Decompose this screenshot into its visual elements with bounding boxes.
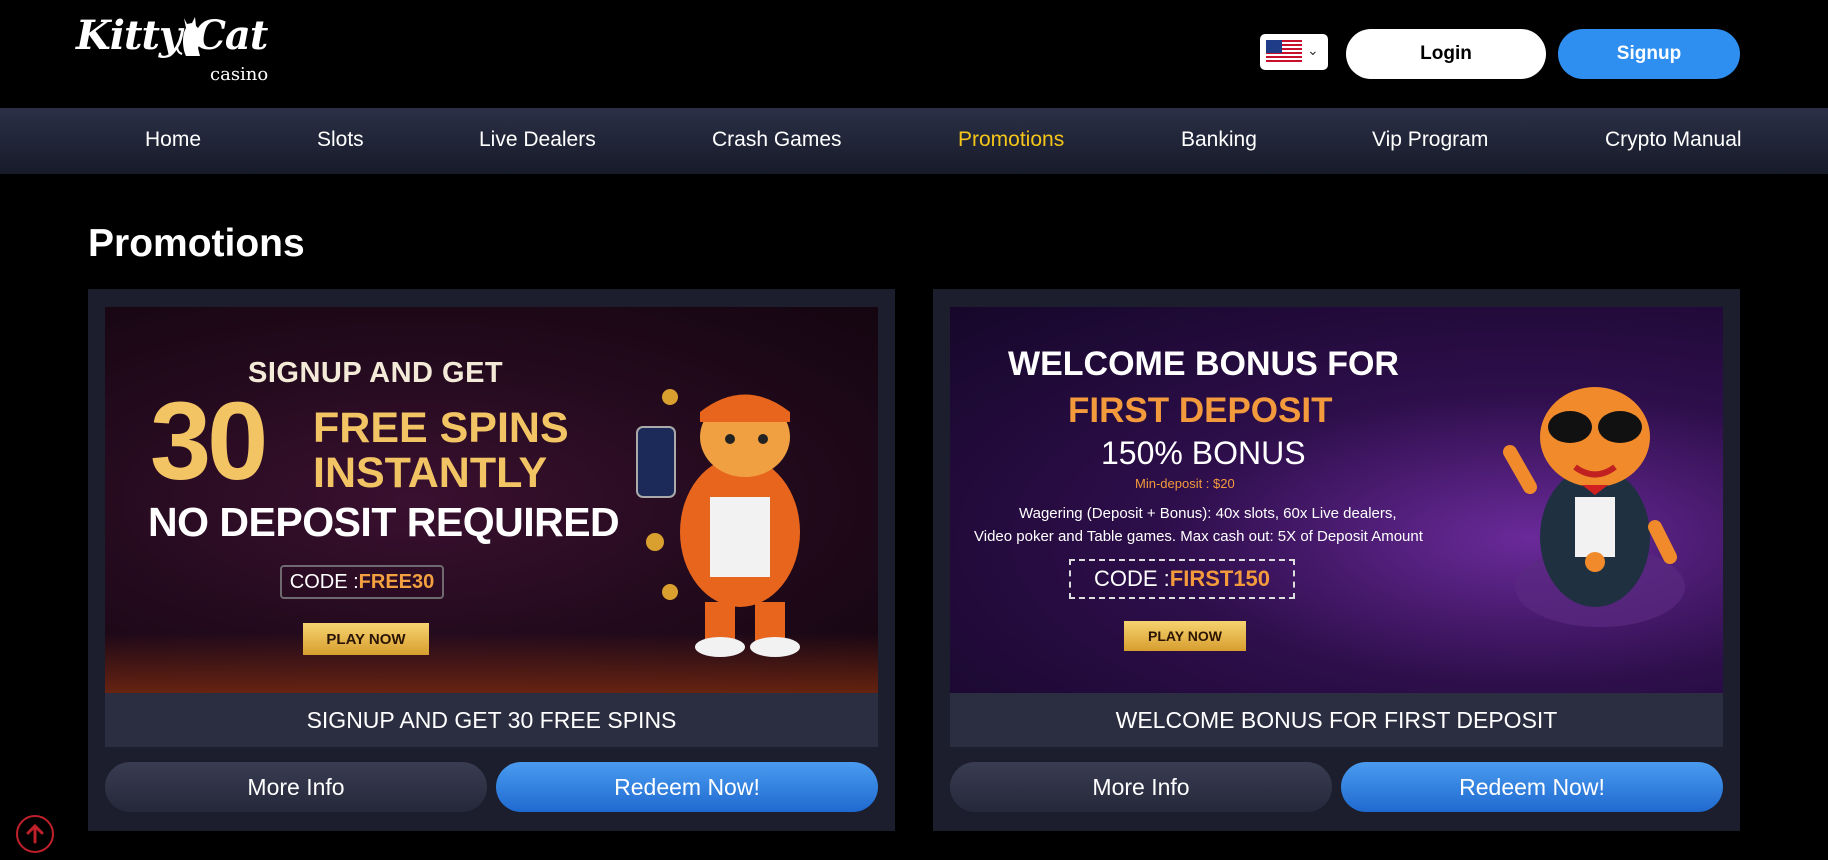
language-selector[interactable]: ⌄ (1260, 34, 1328, 70)
nav-item-live-dealers[interactable]: Live Dealers (479, 128, 596, 152)
signup-button[interactable]: Signup (1558, 29, 1740, 79)
banner-headline: WELCOME BONUS FOR (1008, 345, 1399, 383)
nav-item-promotions[interactable]: Promotions (958, 128, 1064, 152)
promo-card: WELCOME BONUS FOR FIRST DEPOSIT 150% BON… (933, 289, 1740, 831)
nav-item-vip-program[interactable]: Vip Program (1372, 128, 1488, 152)
tiger-mascot-icon (1503, 387, 1685, 627)
promo-banner[interactable]: WELCOME BONUS FOR FIRST DEPOSIT 150% BON… (950, 307, 1723, 693)
nav-item-home[interactable]: Home (145, 128, 201, 152)
login-button[interactable]: Login (1346, 29, 1546, 79)
code-value: FREE30 (358, 570, 435, 593)
promo-code-box: CODE : FIRST150 (1069, 559, 1295, 599)
arrow-up-icon (26, 823, 44, 844)
nav-item-banking[interactable]: Banking (1181, 128, 1257, 152)
code-label: CODE : (1093, 566, 1170, 591)
promo-caption: SIGNUP AND GET 30 FREE SPINS (105, 693, 878, 747)
banner-no-deposit: NO DEPOSIT REQUIRED (148, 499, 620, 545)
code-label: CODE : (289, 570, 359, 593)
main-nav: Home Slots Live Dealers Crash Games Prom… (0, 108, 1828, 174)
scroll-to-top-button[interactable] (16, 815, 54, 853)
us-flag-icon (1266, 40, 1302, 64)
page-title: Promotions (88, 222, 305, 265)
logo-text: Kitty Cat (76, 12, 268, 59)
nav-item-crypto-manual[interactable]: Crypto Manual (1605, 128, 1742, 152)
banner-min-deposit: Min-deposit : $20 (1135, 476, 1235, 491)
tiger-mascot-icon (636, 389, 800, 657)
nav-item-slots[interactable]: Slots (317, 128, 364, 152)
chevron-down-icon: ⌄ (1307, 42, 1319, 58)
promo-banner[interactable]: SIGNUP AND GET 30 FREE SPINS INSTANTLY N… (105, 307, 878, 693)
banner-free-spins: FREE SPINS (313, 404, 569, 452)
promo-card: SIGNUP AND GET 30 FREE SPINS INSTANTLY N… (88, 289, 895, 831)
redeem-now-button[interactable]: Redeem Now! (1341, 762, 1723, 812)
banner-terms-line2: Video poker and Table games. Max cash ou… (974, 528, 1423, 545)
more-info-button[interactable]: More Info (105, 762, 487, 812)
play-now-button[interactable]: PLAY NOW (303, 623, 429, 655)
site-logo[interactable]: Kitty Cat casino (76, 12, 276, 90)
play-now-button[interactable]: PLAY NOW (1124, 621, 1246, 651)
banner-instantly: INSTANTLY (313, 449, 548, 497)
cat-icon (176, 17, 201, 56)
banner-bonus: 150% BONUS (1101, 435, 1306, 471)
banner-number: 30 (150, 380, 268, 503)
banner-terms-line1: Wagering (Deposit + Bonus): 40x slots, 6… (1019, 505, 1397, 522)
more-info-button[interactable]: More Info (950, 762, 1332, 812)
redeem-now-button[interactable]: Redeem Now! (496, 762, 878, 812)
code-value: FIRST150 (1169, 566, 1271, 591)
nav-item-crash-games[interactable]: Crash Games (712, 128, 842, 152)
promo-caption: WELCOME BONUS FOR FIRST DEPOSIT (950, 693, 1723, 747)
promo-code-box: CODE : FREE30 (280, 565, 444, 599)
banner-headline: SIGNUP AND GET (248, 357, 504, 389)
logo-subtitle: casino (210, 64, 269, 85)
banner-subheadline: FIRST DEPOSIT (1068, 391, 1333, 430)
site-header: Kitty Cat casino ⌄ Login Signup (0, 0, 1828, 108)
